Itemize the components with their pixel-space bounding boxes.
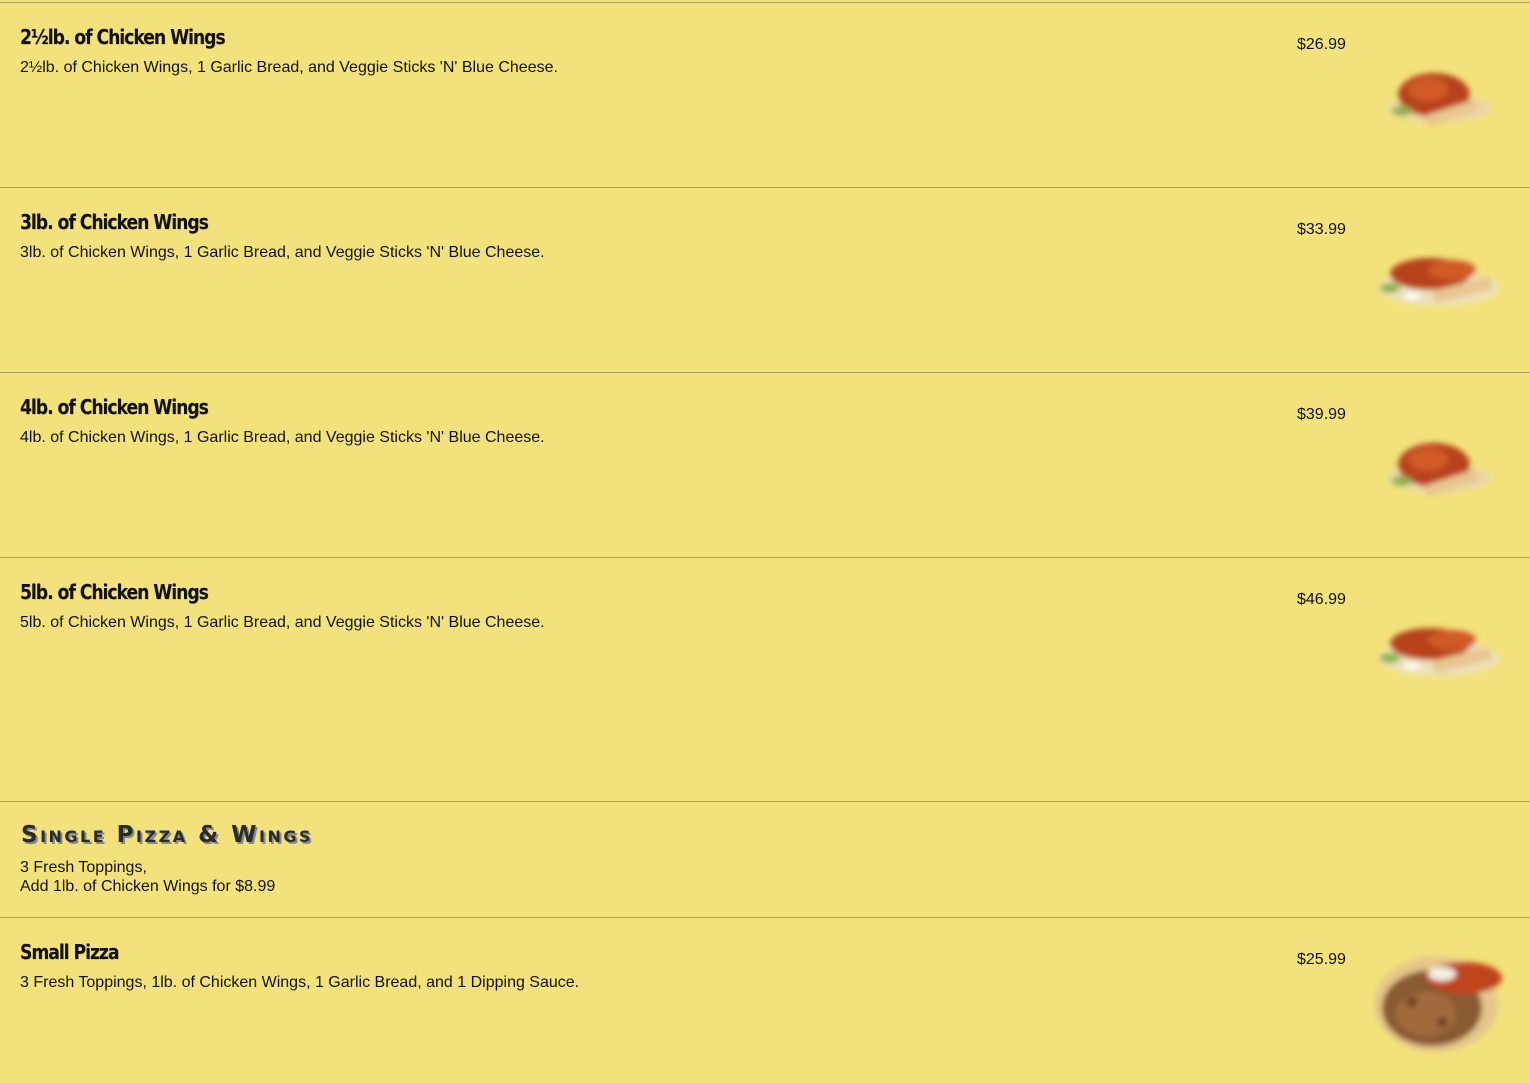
menu-item-title: 5lb. of Chicken Wings	[20, 580, 209, 604]
menu-item-description: 3 Fresh Toppings, 1lb. of Chicken Wings,…	[20, 974, 580, 991]
section-description-line: 3 Fresh Toppings,	[20, 859, 147, 876]
section-single-pizza-wings: Single Pizza & Wings 3 Fresh Toppings, A…	[0, 801, 1530, 918]
section-description: 3 Fresh Toppings, Add 1lb. of Chicken Wi…	[20, 858, 275, 896]
wings-photo-graphic	[1387, 443, 1491, 497]
menu-item-wings-5lb[interactable]: 5lb. of Chicken Wings 5lb. of Chicken Wi…	[0, 558, 1530, 802]
wings-photo-graphic	[1387, 73, 1491, 127]
menu-item-description: 2½lb. of Chicken Wings, 1 Garlic Bread, …	[20, 59, 558, 76]
pizza-wings-photo[interactable]	[1372, 942, 1507, 1072]
menu-item-description: 3lb. of Chicken Wings, 1 Garlic Bread, a…	[20, 244, 545, 261]
menu-item-description: 5lb. of Chicken Wings, 1 Garlic Bread, a…	[20, 614, 545, 631]
wings-photo[interactable]	[1372, 23, 1507, 153]
menu-item-wings-4lb[interactable]: 4lb. of Chicken Wings 4lb. of Chicken Wi…	[0, 373, 1530, 558]
menu-item-price: $26.99	[1297, 36, 1346, 53]
menu-item-price: $33.99	[1297, 221, 1346, 238]
menu-item-title: 3lb. of Chicken Wings	[20, 210, 209, 234]
menu-item-price: $25.99	[1297, 951, 1346, 968]
wings-photo[interactable]	[1372, 578, 1507, 708]
menu-item-title: Small Pizza	[20, 940, 120, 964]
menu-item-small-pizza[interactable]: Small Pizza 3 Fresh Toppings, 1lb. of Ch…	[0, 918, 1530, 1083]
wings-photo-graphic	[1379, 628, 1499, 676]
menu-item-price: $46.99	[1297, 591, 1346, 608]
menu-item-wings-3lb[interactable]: 3lb. of Chicken Wings 3lb. of Chicken Wi…	[0, 188, 1530, 373]
menu-item-title: 2½lb. of Chicken Wings	[20, 25, 226, 49]
section-description-line: Add 1lb. of Chicken Wings for $8.99	[20, 878, 276, 895]
wings-photo[interactable]	[1372, 208, 1507, 338]
wings-photo[interactable]	[1372, 393, 1507, 523]
menu-item-wings-2-5lb[interactable]: 2½lb. of Chicken Wings 2½lb. of Chicken …	[0, 3, 1530, 188]
menu-item-price: $39.99	[1297, 406, 1346, 423]
pizza-wings-photo-graphic	[1374, 956, 1502, 1052]
section-title: Single Pizza & Wings	[21, 822, 314, 848]
menu-item-description: 4lb. of Chicken Wings, 1 Garlic Bread, a…	[20, 429, 545, 446]
menu-item-title: 4lb. of Chicken Wings	[20, 395, 209, 419]
wings-photo-graphic	[1379, 258, 1499, 306]
